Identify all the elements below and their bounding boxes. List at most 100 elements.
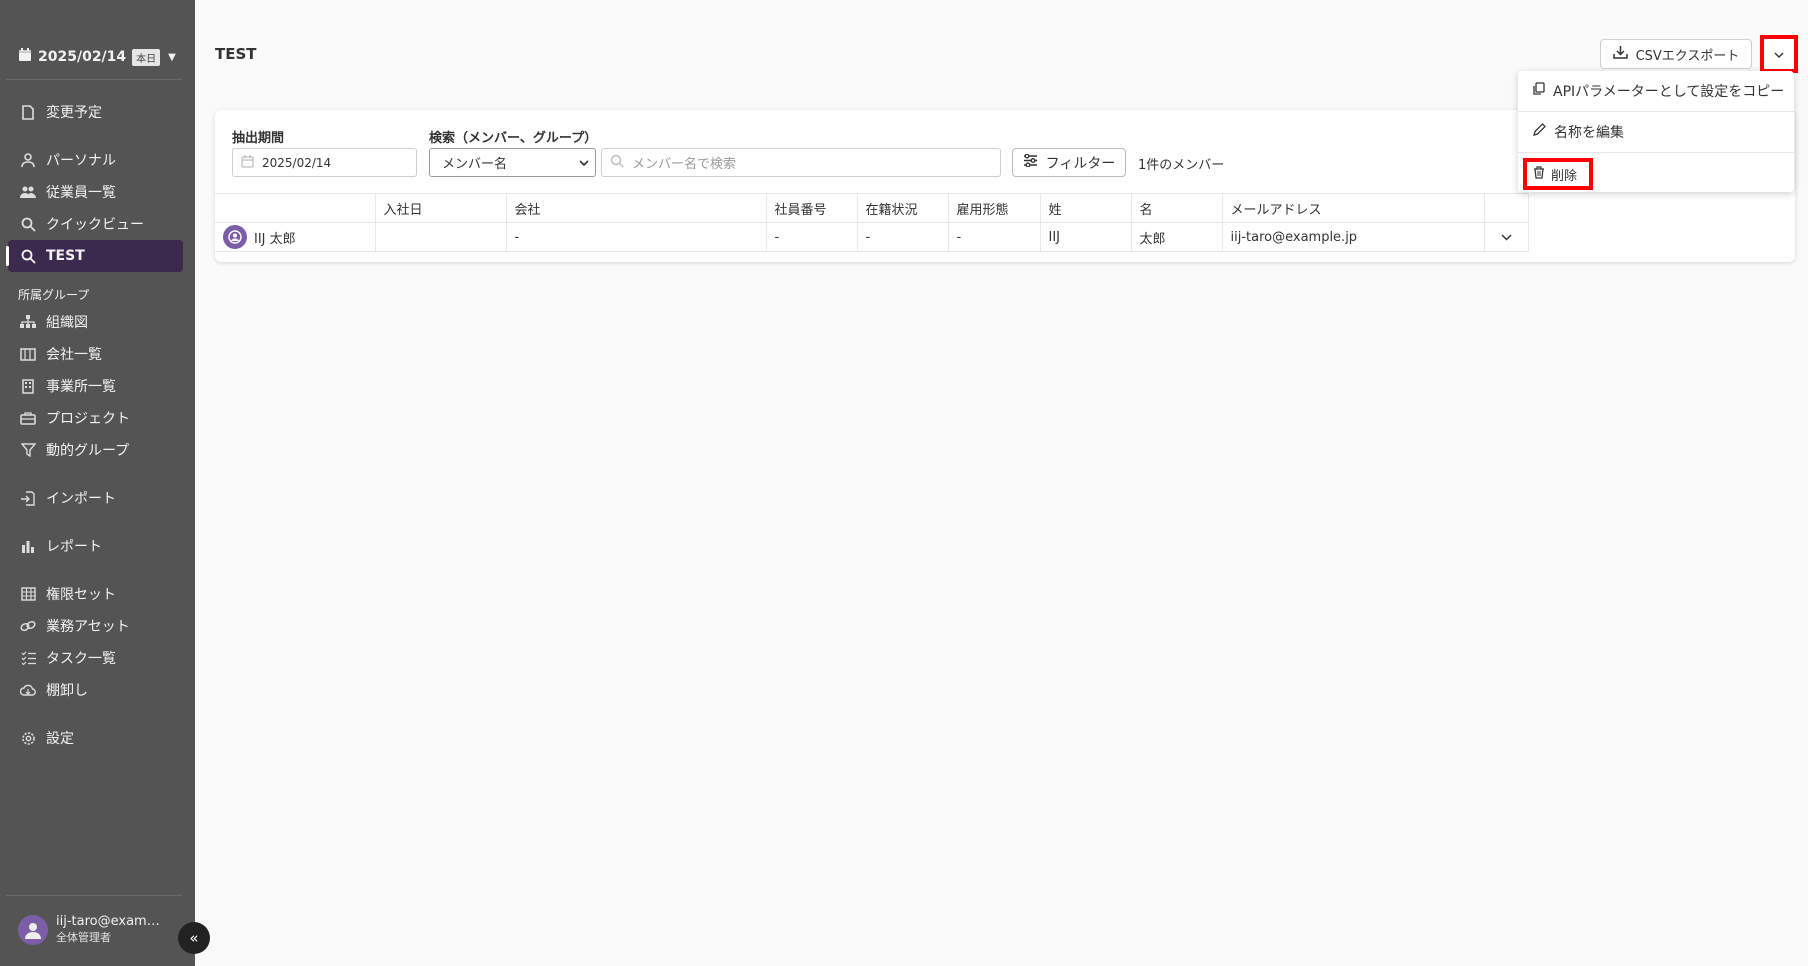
column-header-company[interactable]: 会社 [506, 193, 767, 223]
column-header-email[interactable]: メールアドレス [1222, 193, 1485, 223]
cell-company: - [506, 222, 767, 252]
copy-icon [1532, 82, 1545, 100]
sidebar-item-test[interactable]: TEST [6, 240, 183, 272]
search-type-select[interactable]: メンバー名 [429, 148, 596, 177]
calendar-icon [241, 154, 254, 171]
double-chevron-left-icon: « [189, 929, 199, 947]
member-name: IIJ 太郎 [254, 231, 296, 247]
sidebar-item-quick-view[interactable]: クイックビュー [8, 208, 183, 240]
period-label: 抽出期間 [232, 131, 285, 146]
menu-item-label: APIパラメーターとして設定をコピー [1553, 84, 1785, 100]
menu-item-label: 名称を編集 [1554, 125, 1624, 141]
sidebar-item-label: パーソナル [46, 153, 116, 169]
search-icon [610, 154, 624, 172]
menu-separator [1518, 152, 1794, 153]
sidebar-item-label: クイックビュー [46, 217, 144, 233]
search-icon [20, 248, 36, 264]
search-type-value: メンバー名 [442, 157, 508, 172]
column-header-employment-type[interactable]: 雇用形態 [948, 193, 1041, 223]
sidebar-item-scheduled-changes[interactable]: 変更予定 [8, 96, 183, 128]
person-icon [20, 152, 36, 168]
cell-employment-type: - [948, 222, 1041, 252]
sidebar-item-companies[interactable]: 会社一覧 [8, 338, 183, 370]
sidebar-item-personal[interactable]: パーソナル [8, 144, 183, 176]
column-header-employee-no[interactable]: 社員番号 [766, 193, 858, 223]
sidebar-item-label: 組織図 [46, 315, 88, 331]
bar-chart-icon [20, 538, 36, 554]
sidebar-divider [6, 895, 182, 896]
funnel-icon [20, 442, 36, 458]
sidebar-item-permission-sets[interactable]: 権限セット [8, 578, 183, 610]
grid-icon [20, 586, 36, 602]
sidebar-item-label: 事業所一覧 [46, 379, 116, 395]
checklist-icon [20, 650, 36, 666]
search-icon [20, 216, 36, 232]
sidebar-item-inventory[interactable]: 棚卸し [8, 674, 183, 706]
sidebar-item-label: 従業員一覧 [46, 185, 116, 201]
sidebar-item-org-chart[interactable]: 組織図 [8, 306, 183, 338]
user-profile[interactable]: iij-taro@example.jp 全体管理者 [18, 914, 166, 945]
current-date: 2025/02/14 [38, 49, 127, 65]
sidebar: 2025/02/14 本日 ▼ 変更予定 パーソナル 従業員一覧 クイックビュー… [0, 0, 195, 966]
gear-icon [20, 730, 36, 746]
sidebar-item-label: インポート [46, 491, 116, 507]
date-selector[interactable]: 2025/02/14 本日 ▼ [18, 48, 176, 66]
sidebar-item-label: レポート [46, 539, 102, 555]
sidebar-item-employees[interactable]: 従業員一覧 [8, 176, 183, 208]
office-icon [20, 378, 36, 394]
collapse-sidebar-button[interactable]: « [178, 922, 210, 954]
org-chart-icon [20, 314, 36, 330]
sidebar-item-offices[interactable]: 事業所一覧 [8, 370, 183, 402]
column-header-last-name[interactable]: 姓 [1040, 193, 1132, 223]
menu-item-delete[interactable]: 削除 [1523, 158, 1593, 190]
cell-name[interactable]: IIJ 太郎 [215, 222, 376, 252]
trash-icon [1533, 165, 1545, 183]
menu-item-label: 削除 [1551, 168, 1578, 184]
column-header-hire-date[interactable]: 入社日 [375, 193, 507, 223]
sidebar-item-tasks[interactable]: タスク一覧 [8, 642, 183, 674]
cell-email: iij-taro@example.jp [1222, 222, 1485, 252]
period-date-input[interactable]: 2025/02/14 [232, 148, 417, 177]
sidebar-item-import[interactable]: インポート [8, 482, 183, 514]
caret-down-icon: ▼ [168, 51, 176, 63]
download-icon [1612, 45, 1628, 63]
page-title: TEST [215, 45, 257, 63]
column-header-first-name[interactable]: 名 [1131, 193, 1223, 223]
table-header-row: 入社日 会社 社員番号 在籍状況 雇用形態 姓 名 メールアドレス [215, 193, 1529, 223]
cell-employee-no: - [766, 222, 858, 252]
sidebar-item-label: 権限セット [46, 587, 116, 603]
search-placeholder: メンバー名で検索 [632, 157, 737, 172]
avatar [18, 914, 48, 945]
chevron-down-icon [1500, 230, 1512, 245]
sidebar-item-label: タスク一覧 [46, 651, 116, 667]
column-header-name[interactable] [215, 193, 376, 223]
table-row[interactable]: IIJ 太郎 - - - - IIJ 太郎 iij-taro@example.j… [215, 222, 1529, 252]
row-expand-button[interactable] [1484, 222, 1529, 252]
search-input[interactable]: メンバー名で検索 [601, 148, 1001, 177]
csv-export-button[interactable]: CSVエクスポート [1600, 39, 1752, 69]
sidebar-item-label: 会社一覧 [46, 347, 102, 363]
period-date-value: 2025/02/14 [262, 155, 332, 170]
filter-button[interactable]: フィルター [1012, 148, 1126, 177]
pencil-icon [1532, 123, 1546, 141]
more-actions-button[interactable] [1760, 35, 1798, 73]
members-table: 入社日 会社 社員番号 在籍状況 雇用形態 姓 名 メールアドレス IIJ 太郎 [215, 193, 1529, 252]
sidebar-item-label: 変更予定 [46, 105, 102, 121]
csv-export-label: CSVエクスポート [1635, 48, 1740, 64]
sidebar-item-projects[interactable]: プロジェクト [8, 402, 183, 434]
actions-dropdown-menu: APIパラメーターとして設定をコピー 名称を編集 削除 [1518, 71, 1794, 192]
group-section-label: 所属グループ [18, 288, 90, 302]
sidebar-item-dynamic-groups[interactable]: 動的グループ [8, 434, 183, 466]
column-header-status[interactable]: 在籍状況 [857, 193, 949, 223]
sidebar-item-business-assets[interactable]: 業務アセット [8, 610, 183, 642]
cell-status: - [857, 222, 949, 252]
sidebar-divider [6, 79, 182, 80]
column-header-actions [1484, 193, 1529, 223]
sidebar-item-reports[interactable]: レポート [8, 530, 183, 562]
menu-item-edit-name[interactable]: 名称を編集 [1518, 112, 1794, 152]
sidebar-item-settings[interactable]: 設定 [8, 722, 183, 754]
import-icon [20, 490, 36, 506]
sidebar-item-label: TEST [46, 248, 85, 264]
menu-item-copy-api-params[interactable]: APIパラメーターとして設定をコピー [1518, 71, 1794, 111]
member-count: 1件のメンバー [1138, 158, 1225, 173]
